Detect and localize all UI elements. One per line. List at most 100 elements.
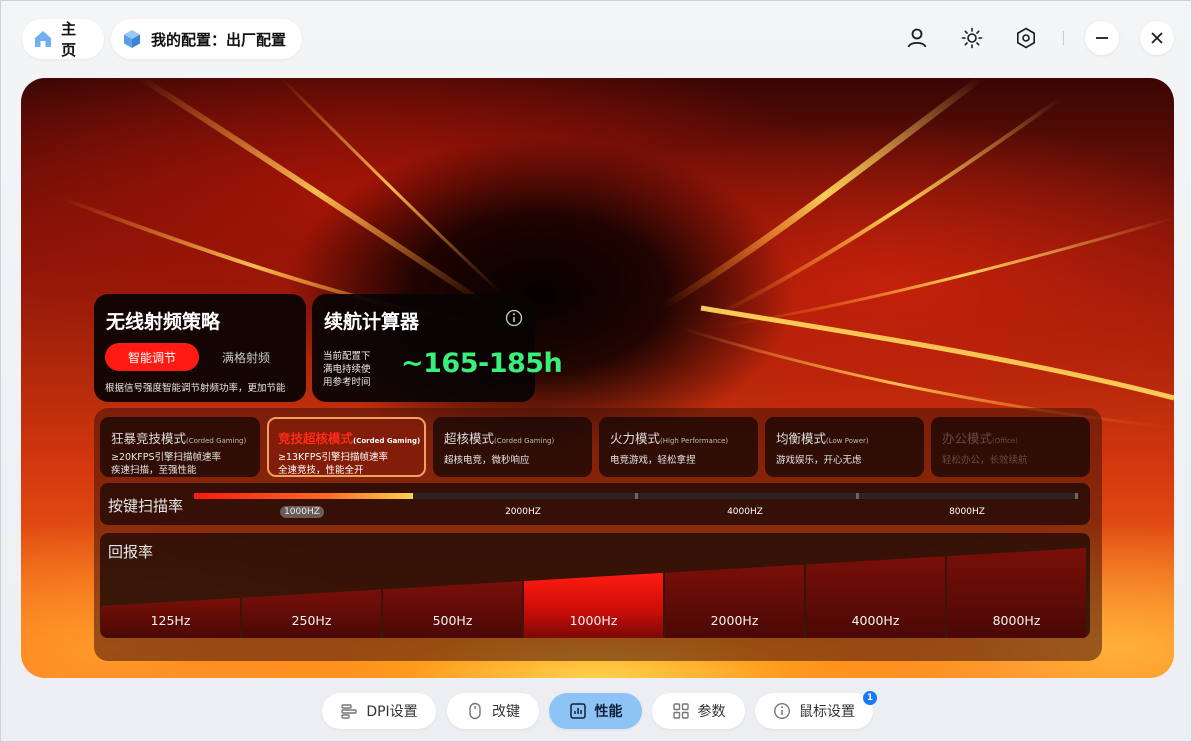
battery-calculator-card: 续航计算器 当前配置下 满电持续使 用参考时间 ~165-185h [312, 294, 563, 402]
mode-description: 电竞游戏，轻松拿捏 [610, 454, 696, 467]
mode-desc-line: 电竞游戏，轻松拿捏 [610, 455, 696, 466]
config-label: 我的配置：出厂配置 [151, 30, 287, 49]
scan-rate-tick [856, 493, 859, 499]
mode-tag: (Corded Gaming) [353, 437, 421, 445]
nav-tab[interactable]: 改键 [447, 693, 539, 729]
mode-card[interactable]: 竞技超核模式(Corded Gaming) ≥13KFPS引擎扫描帧速率 全速竞技，… [267, 417, 426, 477]
minimize-icon [1096, 37, 1108, 39]
settings-hex-icon [1017, 27, 1035, 49]
mode-name: 办公模式(Office) [942, 428, 1018, 447]
mode-description: ≥20KFPS引擎扫描帧速率 疾速扫描，至强性能 [111, 451, 221, 477]
nav-tab[interactable]: 性能 [549, 693, 642, 729]
scan-rate-option[interactable]: 2000HZ [501, 506, 545, 518]
scan-rate-option[interactable]: 8000HZ [945, 506, 989, 518]
mode-tag: (High Performance) [660, 437, 729, 445]
info-icon[interactable] [505, 309, 523, 327]
rf-strategy-card: 无线射频策略 智能调节 满格射频 根据信号强度智能调节射频功率，更加节能 [94, 294, 306, 402]
mode-desc-line: 全速竞技，性能全开 [278, 465, 364, 476]
mode-title: 办公模式 [942, 431, 993, 446]
mode-name: 均衡模式(Low Power) [776, 428, 869, 447]
minimize-button[interactable] [1085, 21, 1119, 55]
report-rate-option[interactable]: 1000Hz [524, 613, 663, 628]
home-button[interactable]: 主页 [22, 19, 104, 59]
report-rate-option[interactable]: 4000Hz [806, 613, 945, 628]
info-circle-icon [773, 702, 791, 720]
mode-title: 均衡模式 [776, 431, 827, 446]
mode-title: 超核模式 [444, 431, 495, 446]
report-rate-option[interactable]: 8000Hz [947, 613, 1086, 628]
nav-tab-label: 性能 [594, 704, 623, 720]
home-icon [32, 28, 53, 50]
config-selector[interactable]: 我的配置：出厂配置 [111, 19, 302, 59]
report-rate: 回报率 125Hz 250Hz 500Hz 1000Hz 2000Hz 4000Hz 800… [100, 533, 1090, 638]
close-button[interactable] [1140, 21, 1174, 55]
mode-desc-line: ≥20KFPS引擎扫描帧速率 [111, 452, 222, 463]
mode-card[interactable]: 办公模式(Office) 轻松办公，长效续航 [931, 417, 1090, 477]
report-rate-option[interactable]: 500Hz [383, 613, 522, 628]
mode-description: 轻松办公，长效续航 [942, 454, 1028, 467]
mode-card[interactable]: 均衡模式(Low Power) 游戏娱乐，开心无虑 [765, 417, 924, 477]
report-rate-option[interactable]: 125Hz [101, 613, 240, 628]
scan-rate-tick [1075, 493, 1078, 499]
nav-tab-label: DPI设置 [366, 704, 418, 720]
app-window: 主页 我的配置：出厂配置 无线射频策略 智能调节 满格射频 根据信号强度智能调节… [0, 0, 1192, 742]
rf-option-full[interactable]: 满格射频 [214, 343, 278, 371]
brightness-button[interactable] [955, 21, 989, 55]
grid-icon [672, 702, 690, 720]
mode-desc-line: 轻松办公，长效续航 [942, 455, 1028, 466]
report-rate-bar[interactable] [383, 581, 522, 638]
battery-desc-line: 当前配置下 [323, 351, 371, 362]
cube-icon [121, 28, 143, 50]
battery-desc-line: 满电持续使 [323, 364, 371, 375]
battery-title: 续航计算器 [324, 311, 420, 333]
mode-tag: (Corded Gaming) [494, 437, 555, 445]
mouse-icon [466, 702, 484, 720]
mode-desc-line: 游戏娱乐，开心无虑 [776, 455, 862, 466]
rf-strategy-title: 无线射频策略 [106, 311, 221, 333]
report-rate-label: 回报率 [108, 543, 154, 561]
mode-description: 游戏娱乐，开心无虑 [776, 454, 862, 467]
mode-description: ≥13KFPS引擎扫描帧速率 全速竞技，性能全开 [278, 451, 388, 476]
mode-card[interactable]: 超核模式(Corded Gaming) 超核电竞，微秒响应 [433, 417, 592, 477]
dpi-icon [340, 702, 358, 720]
nav-tab[interactable]: 鼠标设置 [755, 693, 873, 729]
device-settings-button[interactable] [1009, 21, 1043, 55]
mode-desc-line: 疾速扫描，至强性能 [111, 465, 197, 476]
home-label: 主页 [61, 20, 77, 59]
user-button[interactable] [900, 21, 934, 55]
nav-tab[interactable]: 参数 [652, 693, 745, 729]
mode-name: 超核模式(Corded Gaming) [444, 428, 554, 447]
scan-rate-fill [194, 493, 413, 499]
report-rate-option[interactable]: 2000Hz [665, 613, 804, 628]
brightness-icon [961, 27, 983, 49]
scan-rate-slider[interactable] [194, 493, 1078, 499]
mode-name: 火力模式(High Performance) [610, 428, 728, 447]
nav-tab-label: 参数 [697, 704, 726, 720]
notification-badge: 1 [863, 691, 877, 705]
close-icon [1151, 32, 1163, 44]
mode-tag: (Low Power) [826, 437, 869, 445]
mode-description: 超核电竞，微秒响应 [444, 454, 530, 467]
report-rate-bar[interactable] [524, 572, 663, 638]
mode-title: 狂暴竞技模式 [111, 431, 187, 446]
toolbar-divider [1063, 31, 1064, 45]
mode-title: 火力模式 [610, 431, 661, 446]
scan-rate-option[interactable]: 1000HZ [280, 506, 324, 518]
performance-panel: 狂暴竞技模式(Corded Gaming) ≥20KFPS引擎扫描帧速率 疾速扫描，… [94, 408, 1102, 661]
nav-tab-label: 鼠标设置 [799, 704, 855, 720]
mode-tag: (Office) [992, 437, 1018, 445]
mode-title: 竞技超核模式 [278, 431, 354, 446]
scan-rate-option[interactable]: 4000HZ [723, 506, 767, 518]
mode-desc-line: 超核电竞，微秒响应 [444, 455, 530, 466]
mode-card[interactable]: 狂暴竞技模式(Corded Gaming) ≥20KFPS引擎扫描帧速率 疾速扫描，… [100, 417, 260, 477]
rf-option-smart[interactable]: 智能调节 [105, 343, 199, 371]
user-icon [907, 28, 927, 48]
report-rate-option[interactable]: 250Hz [242, 613, 381, 628]
nav-tab[interactable]: DPI设置 [322, 693, 436, 729]
scan-rate-tick [635, 493, 638, 499]
mode-tag: (Corded Gaming) [186, 437, 247, 445]
key-scan-rate: 按键扫描率 1000HZ 2000HZ 4000HZ 8000HZ [100, 483, 1090, 525]
rf-strategy-description: 根据信号强度智能调节射频功率，更加节能 [105, 383, 286, 394]
mode-name: 竞技超核模式(Corded Gaming) [278, 428, 420, 447]
mode-card[interactable]: 火力模式(High Performance) 电竞游戏，轻松拿捏 [599, 417, 758, 477]
